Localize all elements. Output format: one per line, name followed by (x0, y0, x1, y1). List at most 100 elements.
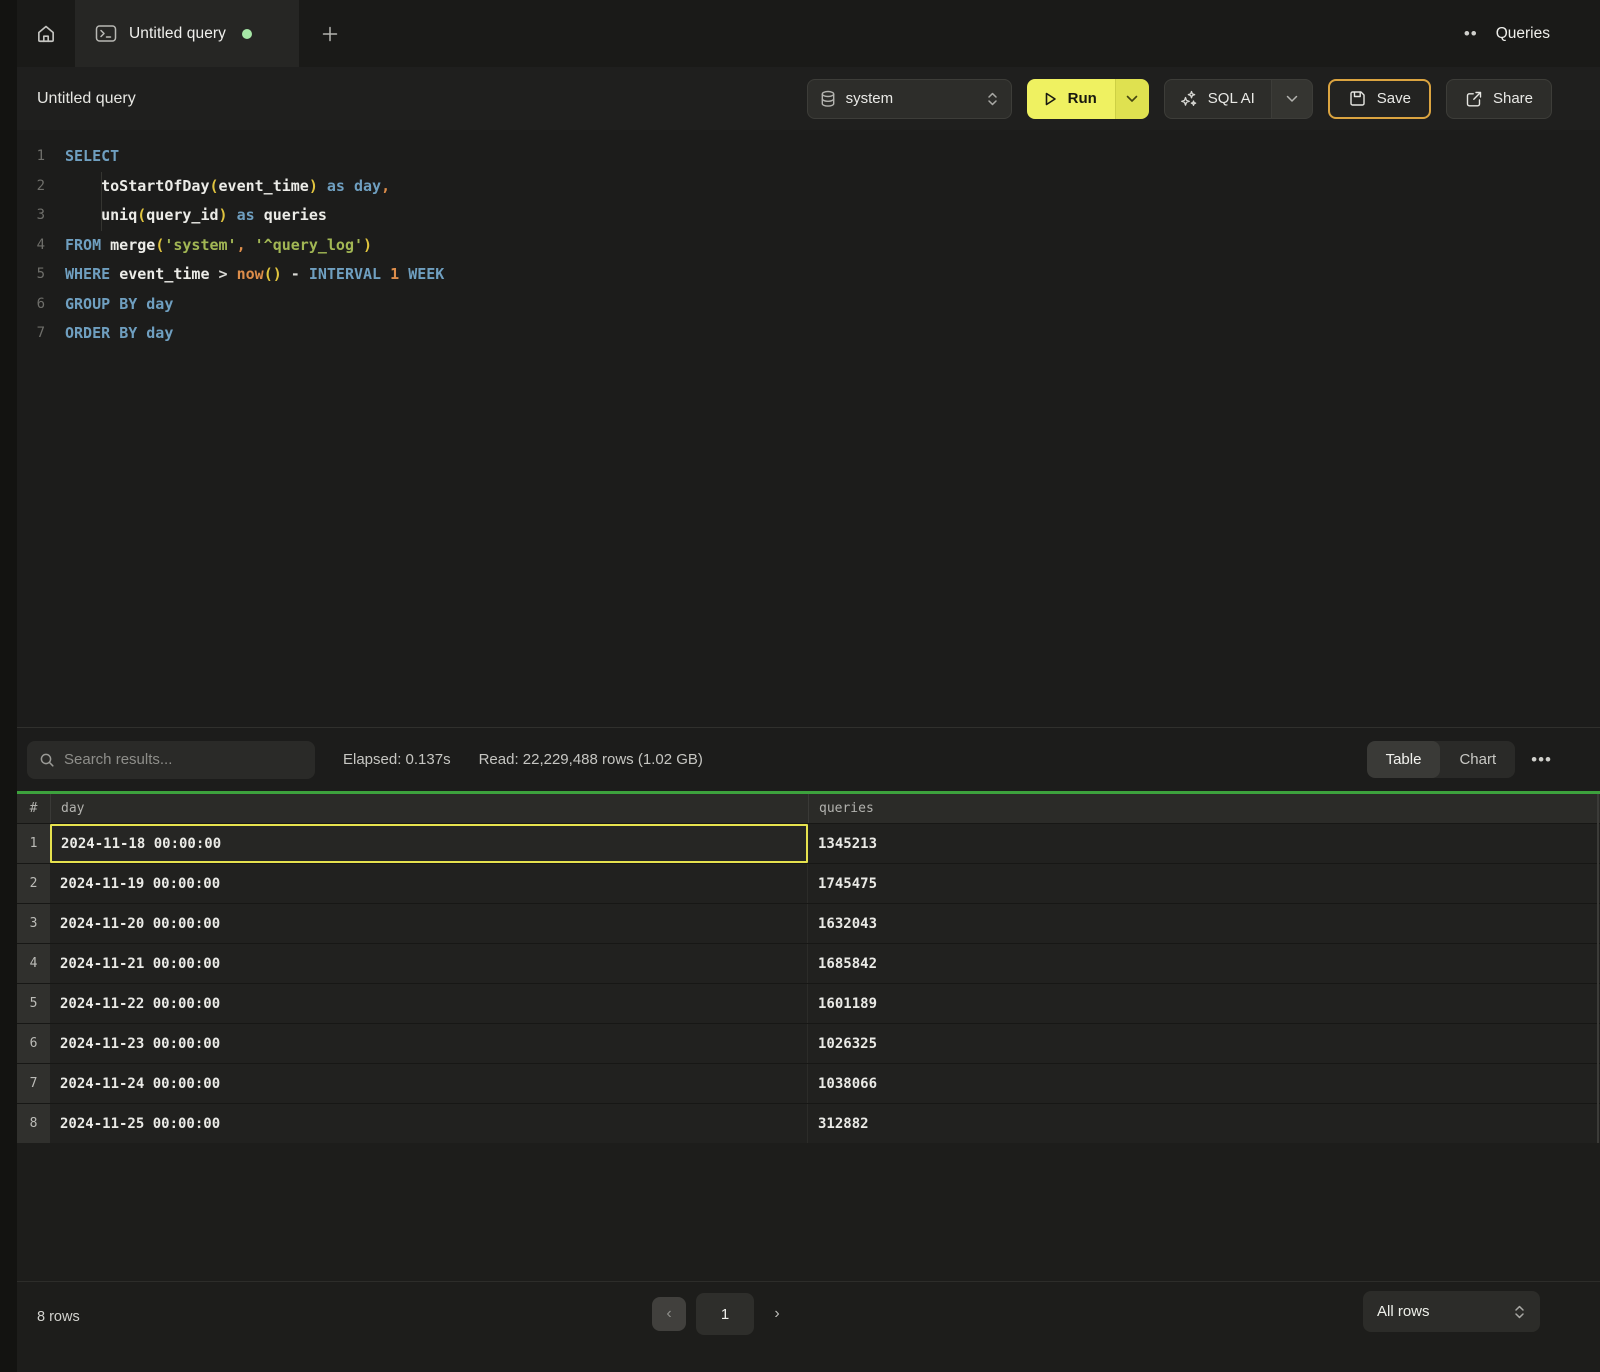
results-footer: 8 rows ‹ 1 › All rows (0, 1281, 1600, 1372)
tab-untitled-query[interactable]: Untitled query (75, 0, 299, 67)
sparkles-icon (1179, 89, 1198, 108)
search-icon (39, 752, 55, 768)
cell-day[interactable]: 2024-11-19 00:00:00 (50, 864, 808, 903)
cell-day[interactable]: 2024-11-24 00:00:00 (50, 1064, 808, 1103)
save-button[interactable]: Save (1328, 79, 1431, 119)
table-header-row: # day queries (0, 794, 1600, 823)
cell-day[interactable]: 2024-11-23 00:00:00 (50, 1024, 808, 1063)
editor-line[interactable]: 1SELECT (0, 142, 1600, 172)
cell-queries[interactable]: 1026325 (808, 1024, 1600, 1063)
column-header-queries[interactable]: queries (808, 794, 1600, 823)
results-table-body: 12024-11-18 00:00:00134521322024-11-19 0… (0, 823, 1600, 1143)
chevron-down-icon (1126, 95, 1138, 103)
database-icon (820, 90, 836, 108)
sql-ai-button-group: SQL AI (1164, 79, 1313, 119)
table-row: 52024-11-22 00:00:001601189 (0, 983, 1600, 1023)
elapsed-stat: Elapsed: 0.137s (343, 751, 451, 768)
results-more-icon[interactable]: ••• (1531, 751, 1552, 768)
terminal-icon (95, 24, 117, 43)
cell-queries[interactable]: 1685842 (808, 944, 1600, 983)
code-text: toStartOfDay(event_time) as day, (45, 172, 390, 202)
database-selector[interactable]: system (807, 79, 1012, 119)
topbar-more-icon[interactable]: •• (1464, 25, 1478, 42)
sql-ai-label: SQL AI (1208, 90, 1255, 107)
code-text: GROUP BY day (45, 290, 173, 320)
cell-day[interactable]: 2024-11-18 00:00:00 (50, 824, 808, 863)
cell-queries[interactable]: 1038066 (808, 1064, 1600, 1103)
table-row: 42024-11-21 00:00:001685842 (0, 943, 1600, 983)
share-icon (1465, 90, 1483, 108)
table-row: 32024-11-20 00:00:001632043 (0, 903, 1600, 943)
cell-queries[interactable]: 312882 (808, 1104, 1600, 1143)
cell-day[interactable]: 2024-11-20 00:00:00 (50, 904, 808, 943)
left-edge-strip (0, 0, 17, 1372)
view-toggle: Table Chart (1367, 741, 1516, 778)
updown-chevrons-icon (986, 91, 999, 107)
previous-page-button[interactable]: ‹ (652, 1297, 686, 1331)
cell-queries[interactable]: 1632043 (808, 904, 1600, 943)
editor-line[interactable]: 5WHERE event_time > now() - INTERVAL 1 W… (0, 260, 1600, 290)
code-text: ORDER BY day (45, 319, 173, 349)
editor-line[interactable]: 6GROUP BY day (0, 290, 1600, 320)
run-button[interactable]: Run (1027, 79, 1115, 119)
code-text: FROM merge('system', '^query_log') (45, 231, 372, 261)
cell-queries[interactable]: 1345213 (808, 824, 1600, 863)
table-row: 82024-11-25 00:00:00312882 (0, 1103, 1600, 1143)
editor-line[interactable]: 7ORDER BY day (0, 319, 1600, 349)
pagination: ‹ 1 › (652, 1293, 790, 1335)
search-results-input[interactable] (64, 751, 303, 768)
cell-queries[interactable]: 1745475 (808, 864, 1600, 903)
column-header-day[interactable]: day (50, 794, 808, 823)
sql-ai-button[interactable]: SQL AI (1164, 79, 1271, 119)
run-button-group: Run (1027, 79, 1149, 119)
table-row: 62024-11-23 00:00:001026325 (0, 1023, 1600, 1063)
vertical-scrollbar[interactable] (1597, 794, 1599, 1143)
read-stat: Read: 22,229,488 rows (1.02 GB) (479, 751, 703, 768)
sql-editor[interactable]: 1SELECT2 toStartOfDay(event_time) as day… (0, 130, 1600, 727)
play-icon (1041, 90, 1059, 108)
tab-table[interactable]: Table (1367, 741, 1441, 778)
code-text: SELECT (45, 142, 119, 172)
editor-line[interactable]: 4FROM merge('system', '^query_log') (0, 231, 1600, 261)
editor-line[interactable]: 2 toStartOfDay(event_time) as day, (0, 172, 1600, 202)
editor-lines: 1SELECT2 toStartOfDay(event_time) as day… (0, 142, 1600, 349)
query-title: Untitled query (37, 90, 136, 108)
query-header: Untitled query system Ru (0, 67, 1600, 130)
chevron-down-icon (1286, 95, 1298, 103)
home-icon (35, 23, 57, 45)
sql-ai-options-button[interactable] (1271, 79, 1313, 119)
current-page-button[interactable]: 1 (696, 1293, 754, 1335)
editor-line[interactable]: 3 uniq(query_id) as queries (0, 201, 1600, 231)
results-empty-area (0, 1143, 1600, 1281)
cell-day[interactable]: 2024-11-21 00:00:00 (50, 944, 808, 983)
updown-chevrons-icon (1513, 1304, 1526, 1320)
code-text: WHERE event_time > now() - INTERVAL 1 WE… (45, 260, 444, 290)
tab-bar: Untitled query •• Queries (0, 0, 1600, 67)
table-row: 22024-11-19 00:00:001745475 (0, 863, 1600, 903)
run-options-button[interactable] (1115, 79, 1149, 119)
unsaved-indicator-dot (242, 29, 252, 39)
share-button[interactable]: Share (1446, 79, 1552, 119)
cell-queries[interactable]: 1601189 (808, 984, 1600, 1023)
run-button-label: Run (1068, 90, 1097, 107)
table-row: 72024-11-24 00:00:001038066 (0, 1063, 1600, 1103)
results-table: # day queries 12024-11-18 00:00:00134521… (0, 794, 1600, 1143)
share-button-label: Share (1493, 90, 1533, 107)
home-button[interactable] (17, 0, 75, 67)
results-toolbar: Elapsed: 0.137s Read: 22,229,488 rows (1… (0, 727, 1600, 791)
save-button-label: Save (1377, 90, 1411, 107)
page-size-value: All rows (1377, 1303, 1503, 1320)
tab-chart[interactable]: Chart (1440, 741, 1515, 778)
code-text: uniq(query_id) as queries (45, 201, 327, 231)
new-tab-button[interactable] (299, 0, 361, 67)
table-row: 12024-11-18 00:00:001345213 (0, 823, 1600, 863)
save-icon (1348, 89, 1367, 108)
row-count: 8 rows (37, 1298, 80, 1336)
queries-button[interactable]: Queries (1496, 25, 1550, 43)
cell-day[interactable]: 2024-11-22 00:00:00 (50, 984, 808, 1023)
page-size-selector[interactable]: All rows (1363, 1291, 1540, 1332)
database-selector-value: system (846, 90, 976, 107)
cell-day[interactable]: 2024-11-25 00:00:00 (50, 1104, 808, 1143)
search-results-box[interactable] (27, 741, 315, 779)
next-page-button[interactable]: › (764, 1297, 790, 1331)
